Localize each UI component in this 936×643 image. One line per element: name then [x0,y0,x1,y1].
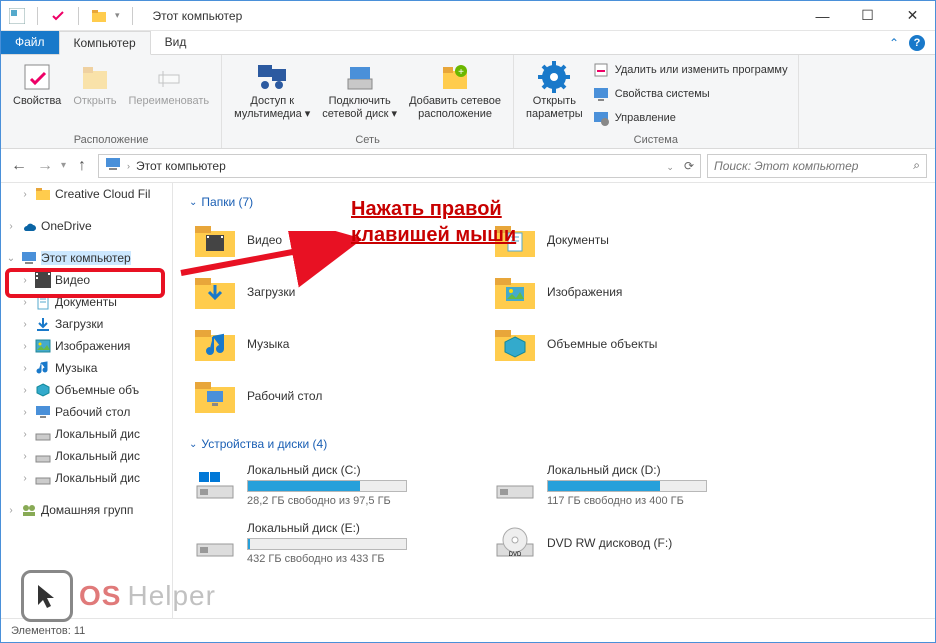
folder-downloads-icon [193,273,237,311]
drive-e[interactable]: Локальный диск (E:) 432 ГБ свободно из 4… [189,517,449,569]
documents-icon [35,294,51,310]
app-icon [9,8,25,24]
sidebar-item-onedrive[interactable]: › OneDrive [1,215,172,237]
sidebar-item-local-disk[interactable]: ›Локальный дис [1,445,172,467]
up-button[interactable]: ↑ [72,156,92,176]
desktop-icon [35,404,51,420]
tab-view[interactable]: Вид [151,31,201,54]
ribbon-group-network: Сеть [228,132,507,146]
sidebar-item-desktop[interactable]: ›Рабочий стол [1,401,172,423]
qat-folder-icon[interactable] [91,8,107,24]
drive-c[interactable]: Локальный диск (C:) 28,2 ГБ свободно из … [189,459,449,511]
svg-text:DVD: DVD [509,552,522,558]
this-pc-icon [105,156,121,175]
uninstall-program-button[interactable]: Удалить или изменить программу [589,59,792,81]
drive-icon [493,466,537,504]
pictures-icon [35,338,51,354]
tab-file[interactable]: Файл [1,31,59,54]
sidebar-item-homegroup[interactable]: ›Домашняя групп [1,499,172,521]
manage-button[interactable]: Управление [589,107,792,129]
this-pc-icon [21,250,37,266]
sidebar-item-creative-cloud[interactable]: › Creative Cloud Fil [1,183,172,205]
forward-button[interactable]: → [35,156,55,176]
folder-desktop[interactable]: Рабочий стол [189,373,449,419]
address-dropdown-icon[interactable]: ⌄ [666,162,674,172]
sidebar-item-this-pc[interactable]: ⌄ Этот компьютер [1,247,172,269]
history-dropdown-icon[interactable]: ▾ [61,160,66,171]
breadcrumb[interactable]: Этот компьютер [136,159,226,173]
status-item-count: Элементов: 11 [11,625,85,637]
section-drives[interactable]: ⌄Устройства и диски (4) [189,433,919,459]
search-icon[interactable]: ⌕ [913,158,920,173]
folder-documents-icon [493,221,537,259]
folder-pictures[interactable]: Изображения [489,269,749,315]
folder-3d-objects[interactable]: Объемные объекты [489,321,749,367]
ribbon-group-location: Расположение [7,132,215,146]
folder-videos-icon [193,221,237,259]
map-drive-button[interactable]: Подключитьсетевой диск ▾ [316,59,403,123]
drive-icon [193,524,237,562]
folder-desktop-icon [193,377,237,415]
minimize-button[interactable]: — [800,1,845,31]
folder-music[interactable]: Музыка [189,321,449,367]
svg-text:+: + [458,67,464,78]
qat-dropdown-icon[interactable]: ▾ [115,10,120,21]
3d-objects-icon [35,382,51,398]
tab-computer[interactable]: Компьютер [59,31,151,55]
homegroup-icon [21,502,37,518]
maximize-button[interactable]: ☐ [845,1,890,31]
drive-d[interactable]: Локальный диск (D:) 117 ГБ свободно из 4… [489,459,749,511]
sidebar-item-pictures[interactable]: ›Изображения [1,335,172,357]
collapse-ribbon-icon[interactable]: ⌃ [889,36,899,50]
help-icon[interactable]: ? [909,35,925,51]
sidebar-item-local-disk[interactable]: ›Локальный дис [1,423,172,445]
drive-icon [35,470,51,486]
sidebar-item-3d-objects[interactable]: ›Объемные объ [1,379,172,401]
refresh-icon[interactable]: ⟳ [684,159,694,173]
sidebar-item-documents[interactable]: ›Документы [1,291,172,313]
folder-3d-objects-icon [493,325,537,363]
drive-icon [35,426,51,442]
folder-pictures-icon [493,273,537,311]
system-properties-button[interactable]: Свойства системы [589,83,792,105]
downloads-icon [35,316,51,332]
sidebar-item-downloads[interactable]: ›Загрузки [1,313,172,335]
window-title: Этот компьютер [145,9,800,23]
search-input[interactable] [714,159,913,173]
music-icon [35,360,51,376]
drive-icon [35,448,51,464]
dvd-drive-icon: DVD [493,524,537,562]
drive-icon [193,466,237,504]
properties-button[interactable]: Свойства [7,59,67,110]
drive-dvd[interactable]: DVD DVD RW дисковод (F:) [489,517,749,569]
section-folders[interactable]: ⌄Папки (7) [189,191,919,217]
sidebar-item-music[interactable]: ›Музыка [1,357,172,379]
rename-button: Переименовать [123,59,216,110]
folder-videos[interactable]: Видео [189,217,449,263]
address-path-box[interactable]: › Этот компьютер ⌄ ⟳ [98,154,701,178]
onedrive-icon [21,218,37,234]
media-access-button[interactable]: Доступ кмультимедиа ▾ [228,59,316,123]
ribbon-group-system: Система [520,132,792,146]
sidebar-item-local-disk[interactable]: ›Локальный дис [1,467,172,489]
qat-properties-icon[interactable] [50,8,66,24]
folder-music-icon [193,325,237,363]
folder-documents[interactable]: Документы [489,217,749,263]
videos-icon [35,272,51,288]
add-network-location-button[interactable]: + Добавить сетевоерасположение [403,59,507,123]
open-settings-button[interactable]: Открытьпараметры [520,59,589,123]
open-button: Открыть [67,59,122,110]
close-button[interactable]: ✕ [890,1,935,31]
back-button[interactable]: ← [9,156,29,176]
folder-downloads[interactable]: Загрузки [189,269,449,315]
sidebar-item-videos[interactable]: ›Видео [1,269,172,291]
